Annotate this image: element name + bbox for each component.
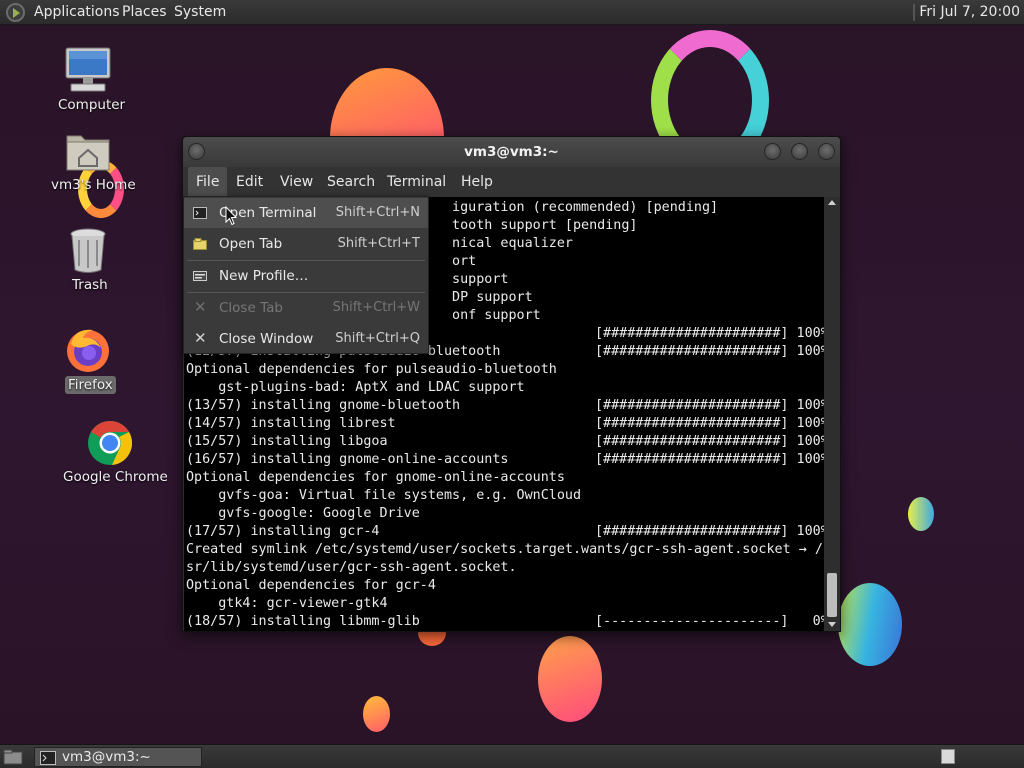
terminal-line: gtk4: gcr-viewer-gtk4 <box>186 596 388 611</box>
mouse-cursor-icon <box>225 206 237 226</box>
menu-edit[interactable]: Edit <box>228 167 271 197</box>
taskbar-window-label: vm3@vm3:~ <box>62 749 151 765</box>
terminal-line: Optional dependencies for gcr-4 <box>186 578 436 593</box>
terminal-line: (14/57) installing librest <box>186 416 396 431</box>
menu-item-shortcut: Shift+Ctrl+Q <box>335 331 420 346</box>
home-folder-icon <box>66 135 110 171</box>
terminal-line: (13/57) installing gnome-bluetooth <box>186 398 461 413</box>
terminal-icon <box>40 751 56 765</box>
chrome-icon <box>88 421 133 465</box>
workspace-switcher-icon[interactable] <box>941 749 955 764</box>
desktop-icon-computer[interactable]: Computer <box>52 44 126 116</box>
terminal-icon <box>193 207 207 219</box>
desktop-icon-label: Google Chrome <box>63 469 168 485</box>
taskbar-window-button[interactable]: vm3@vm3:~ <box>34 747 202 767</box>
scroll-thumb[interactable] <box>827 573 837 617</box>
bg-blob-bottom-center <box>538 636 602 722</box>
progress-text: [----------------------] 0% <box>595 614 824 629</box>
system-menu[interactable]: System <box>174 4 226 20</box>
file-menu-dropdown: Open Terminal Shift+Ctrl+N Open Tab Shif… <box>183 196 429 354</box>
menu-item-new-profile[interactable]: New Profile… <box>184 261 428 291</box>
applications-menu[interactable]: Applications <box>34 4 120 20</box>
menu-terminal[interactable]: Terminal <box>379 167 454 197</box>
progress-text: [######################] 100% <box>595 524 824 539</box>
terminal-line: (15/57) installing libgoa <box>186 434 388 449</box>
close-icon: ✕ <box>194 329 207 347</box>
firefox-icon <box>67 329 109 372</box>
desktop-icon-label: Trash <box>72 277 108 293</box>
desktop-icon-label: Computer <box>58 97 126 113</box>
terminal-line: Created symlink /etc/systemd/user/socket… <box>186 542 824 557</box>
menu-item-shortcut: Shift+Ctrl+N <box>335 205 420 220</box>
menu-item-label: Close Window <box>219 331 314 347</box>
minimize-icon[interactable] <box>764 143 781 160</box>
menu-item-shortcut: Shift+Ctrl+T <box>337 236 420 251</box>
menu-file[interactable]: File <box>188 167 228 197</box>
close-window-icon[interactable] <box>818 143 835 160</box>
show-desktop-icon[interactable] <box>3 749 23 765</box>
bottom-taskbar: vm3@vm3:~ <box>0 744 1024 768</box>
bg-blob-bottom-small <box>363 696 390 732</box>
desktop-icon-chrome[interactable]: Google Chrome <box>56 418 168 488</box>
desktop-icon-label: vm3's Home <box>51 177 136 193</box>
window-menu-icon[interactable] <box>188 143 205 160</box>
terminal-line: gvfs-google: Google Drive <box>186 506 420 521</box>
menu-item-label: Close Tab <box>219 300 283 316</box>
window-title: vm3@vm3:~ <box>464 144 559 160</box>
menu-item-open-terminal[interactable]: Open Terminal Shift+Ctrl+N <box>184 198 428 228</box>
distro-logo-icon[interactable] <box>6 3 25 22</box>
clock[interactable]: Fri Jul 7, 20:00 <box>913 0 1024 25</box>
clock-separator <box>913 4 916 21</box>
progress-text: [######################] 100% <box>595 434 824 449</box>
top-panel: Applications Places System Fri Jul 7, 20… <box>0 0 1024 25</box>
terminal-line: Optional dependencies for pulseaudio-blu… <box>186 362 557 377</box>
menu-item-close-window[interactable]: ✕ Close Window Shift+Ctrl+Q <box>184 324 428 354</box>
clock-text: Fri Jul 7, 20:00 <box>919 4 1020 20</box>
terminal-line: gst-plugins-bad: AptX and LDAC support <box>186 380 525 395</box>
bg-blob-right-small <box>908 497 934 531</box>
progress-text: [######################] 100% <box>595 344 824 359</box>
desktop-icon-label: Firefox <box>65 376 116 394</box>
progress-text: [######################] 100% <box>595 326 824 341</box>
menu-help[interactable]: Help <box>453 167 501 197</box>
scroll-up-icon[interactable] <box>828 200 836 205</box>
menu-item-close-tab: ✕ Close Tab Shift+Ctrl+W <box>184 293 428 323</box>
places-menu[interactable]: Places <box>122 4 167 20</box>
desktop-icon-home[interactable]: vm3's Home <box>48 128 136 194</box>
menu-item-open-tab[interactable]: Open Tab Shift+Ctrl+T <box>184 229 428 259</box>
window-titlebar[interactable]: vm3@vm3:~ <box>183 137 840 167</box>
terminal-line: (17/57) installing gcr-4 <box>186 524 380 539</box>
progress-text: [######################] 100% <box>595 398 824 413</box>
desktop-icon-firefox[interactable]: Firefox <box>52 322 124 396</box>
close-icon: ✕ <box>194 298 207 316</box>
menu-item-shortcut: Shift+Ctrl+W <box>332 300 420 315</box>
tab-icon <box>193 238 207 250</box>
trash-icon <box>70 228 106 273</box>
desktop-icon-trash[interactable]: Trash <box>52 228 124 294</box>
menu-item-label: New Profile… <box>219 268 309 284</box>
terminal-line: sr/lib/systemd/user/gcr-ssh-agent.socket… <box>186 560 517 575</box>
terminal-line: gvfs-goa: Virtual file systems, e.g. Own… <box>186 488 582 503</box>
terminal-scrollbar[interactable] <box>825 197 839 631</box>
menu-search[interactable]: Search <box>319 167 383 197</box>
terminal-line: Optional dependencies for gnome-online-a… <box>186 470 565 485</box>
scroll-down-icon[interactable] <box>828 622 836 627</box>
terminal-menubar: File Edit View Search Terminal Help <box>183 167 840 197</box>
computer-icon <box>65 47 111 92</box>
maximize-icon[interactable] <box>791 143 808 160</box>
terminal-line: (16/57) installing gnome-online-accounts <box>186 452 509 467</box>
bg-blob-right-large <box>838 583 902 666</box>
profile-icon <box>193 271 207 281</box>
terminal-line: (18/57) installing libmm-glib <box>186 614 420 629</box>
progress-text: [######################] 100% <box>595 416 824 431</box>
progress-text: [######################] 100% <box>595 452 824 467</box>
menu-item-label: Open Tab <box>219 236 283 252</box>
menu-view[interactable]: View <box>272 167 321 197</box>
